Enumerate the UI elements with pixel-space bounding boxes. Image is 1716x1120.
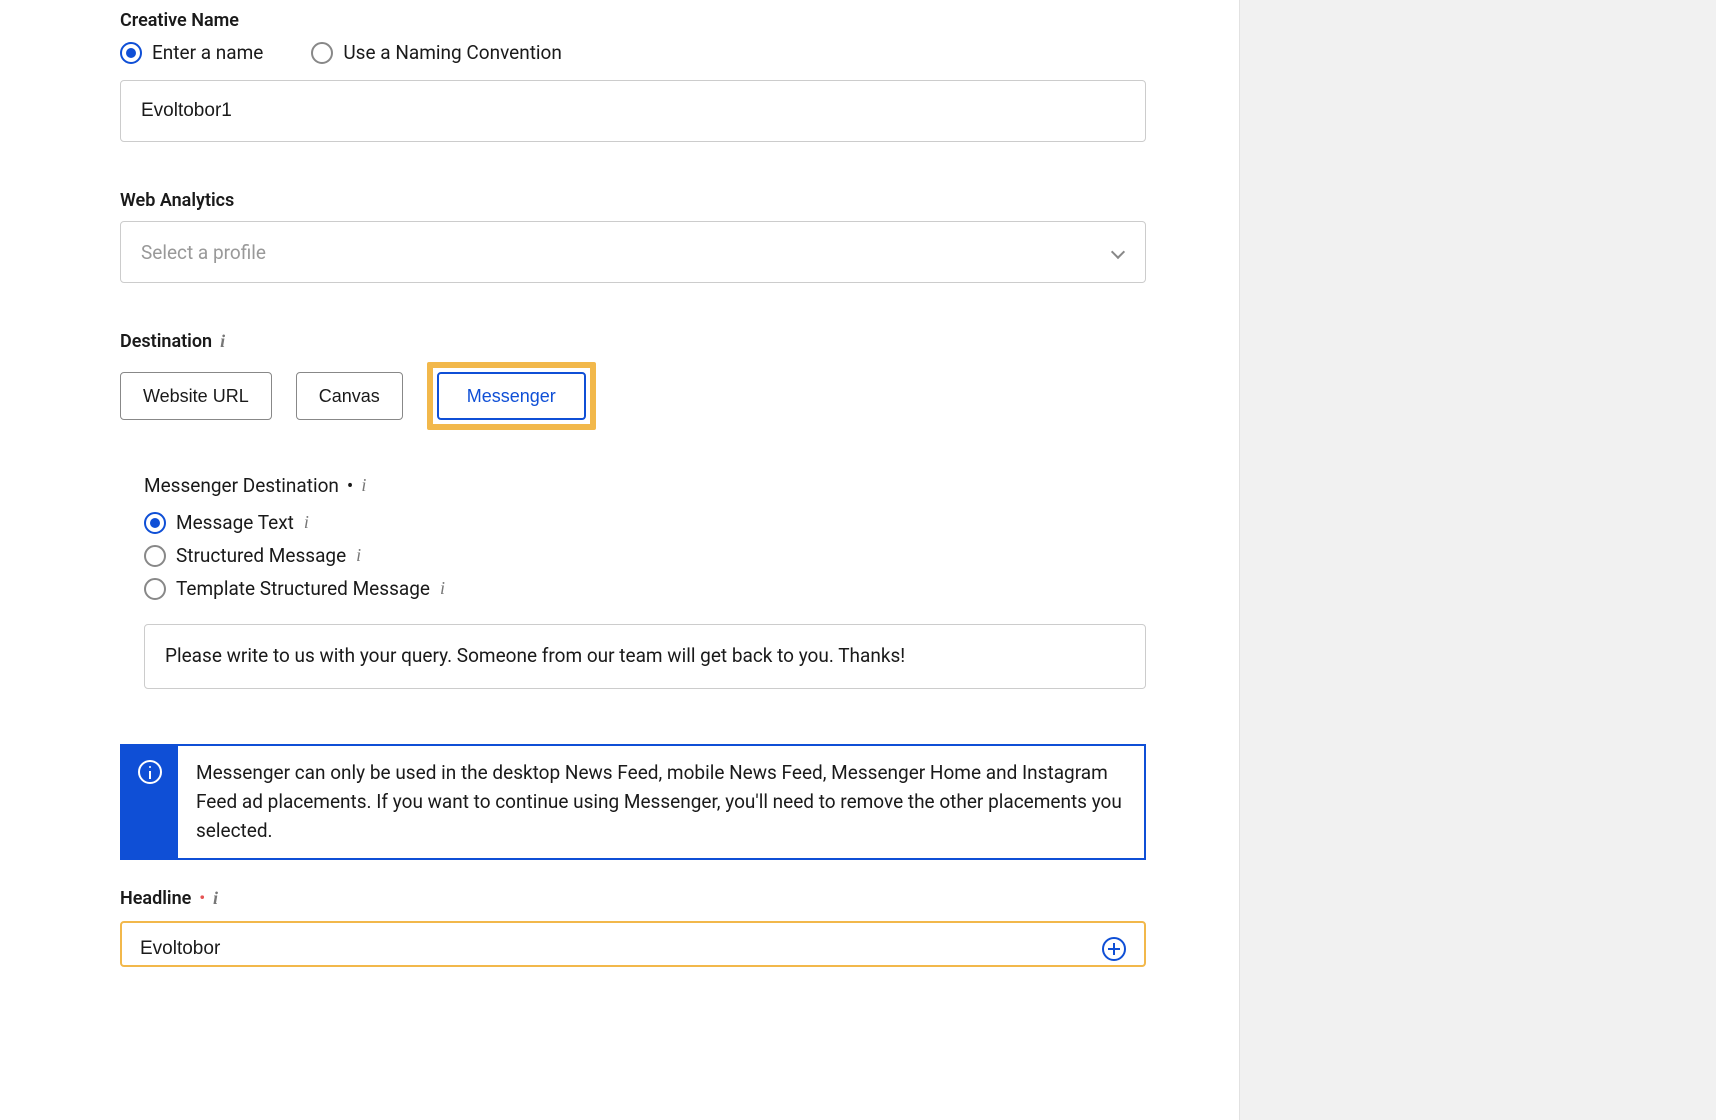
radio-circle-icon bbox=[144, 545, 166, 567]
right-rail-divider bbox=[1220, 0, 1240, 1120]
destination-website-url-button[interactable]: Website URL bbox=[120, 372, 272, 420]
creative-name-input[interactable] bbox=[120, 80, 1146, 142]
page-wrap: Creative Name Enter a name Use a Naming … bbox=[0, 0, 1716, 1120]
messenger-info-banner: Messenger can only be used in the deskto… bbox=[120, 744, 1146, 860]
destination-buttons: Website URL Canvas Messenger bbox=[120, 362, 1220, 430]
messenger-destination-label: Messenger Destination • i bbox=[144, 474, 1220, 497]
radio-circle-icon bbox=[311, 42, 333, 64]
messenger-destination-radios: Message Text i Structured Message i Temp… bbox=[144, 511, 1220, 600]
messenger-destination-section: Messenger Destination • i Message Text i… bbox=[120, 474, 1220, 694]
headline-label-text: Headline bbox=[120, 888, 191, 909]
headline-label: Headline • i bbox=[120, 888, 1220, 909]
radio-enter-name[interactable]: Enter a name bbox=[120, 41, 263, 64]
creative-name-radio-row: Enter a name Use a Naming Convention bbox=[120, 41, 1220, 64]
radio-enter-name-label: Enter a name bbox=[152, 41, 263, 64]
destination-canvas-button[interactable]: Canvas bbox=[296, 372, 403, 420]
messenger-highlight: Messenger bbox=[427, 362, 596, 430]
radio-template-structured-message-label: Template Structured Message bbox=[176, 577, 430, 600]
headline-input-wrap bbox=[120, 921, 1146, 967]
radio-circle-icon bbox=[120, 42, 142, 64]
headline-input[interactable] bbox=[140, 938, 1102, 960]
right-panel bbox=[1240, 0, 1716, 1120]
required-dot-icon: • bbox=[347, 474, 353, 497]
web-analytics-placeholder: Select a profile bbox=[141, 241, 266, 264]
web-analytics-select-wrap: Select a profile bbox=[120, 221, 1146, 283]
info-banner-icon-col bbox=[122, 746, 178, 858]
plus-circle-icon[interactable] bbox=[1102, 937, 1126, 961]
web-analytics-select[interactable]: Select a profile bbox=[120, 221, 1146, 283]
radio-structured-message-label: Structured Message bbox=[176, 544, 346, 567]
info-icon[interactable]: i bbox=[213, 888, 218, 909]
destination-section: Destination i Website URL Canvas Messeng… bbox=[120, 331, 1220, 860]
info-circle-icon bbox=[138, 760, 162, 784]
creative-name-section: Creative Name Enter a name Use a Naming … bbox=[120, 10, 1220, 142]
destination-label-text: Destination bbox=[120, 331, 212, 352]
destination-messenger-button[interactable]: Messenger bbox=[437, 372, 586, 420]
radio-message-text[interactable]: Message Text i bbox=[144, 511, 1220, 534]
web-analytics-section: Web Analytics Select a profile bbox=[120, 190, 1220, 283]
radio-circle-icon bbox=[144, 578, 166, 600]
creative-name-label: Creative Name bbox=[120, 10, 1220, 31]
radio-template-structured-message[interactable]: Template Structured Message i bbox=[144, 577, 1220, 600]
form-column: Creative Name Enter a name Use a Naming … bbox=[0, 0, 1220, 1120]
info-banner-text: Messenger can only be used in the deskto… bbox=[178, 746, 1144, 858]
headline-section: Headline • i bbox=[120, 888, 1220, 967]
message-text-input[interactable] bbox=[144, 624, 1146, 689]
info-icon[interactable]: i bbox=[440, 578, 445, 599]
info-icon[interactable]: i bbox=[304, 512, 309, 533]
radio-naming-convention-label: Use a Naming Convention bbox=[343, 41, 562, 64]
info-icon[interactable]: i bbox=[220, 331, 225, 352]
web-analytics-label: Web Analytics bbox=[120, 190, 1220, 211]
radio-message-text-label: Message Text bbox=[176, 511, 294, 534]
info-icon[interactable]: i bbox=[356, 545, 361, 566]
destination-label: Destination i bbox=[120, 331, 1220, 352]
info-icon[interactable]: i bbox=[361, 475, 366, 496]
radio-naming-convention[interactable]: Use a Naming Convention bbox=[311, 41, 562, 64]
messenger-destination-label-text: Messenger Destination bbox=[144, 474, 339, 497]
radio-structured-message[interactable]: Structured Message i bbox=[144, 544, 1220, 567]
radio-circle-icon bbox=[144, 512, 166, 534]
required-dot-icon: • bbox=[199, 890, 205, 906]
chevron-down-icon bbox=[1111, 245, 1125, 259]
